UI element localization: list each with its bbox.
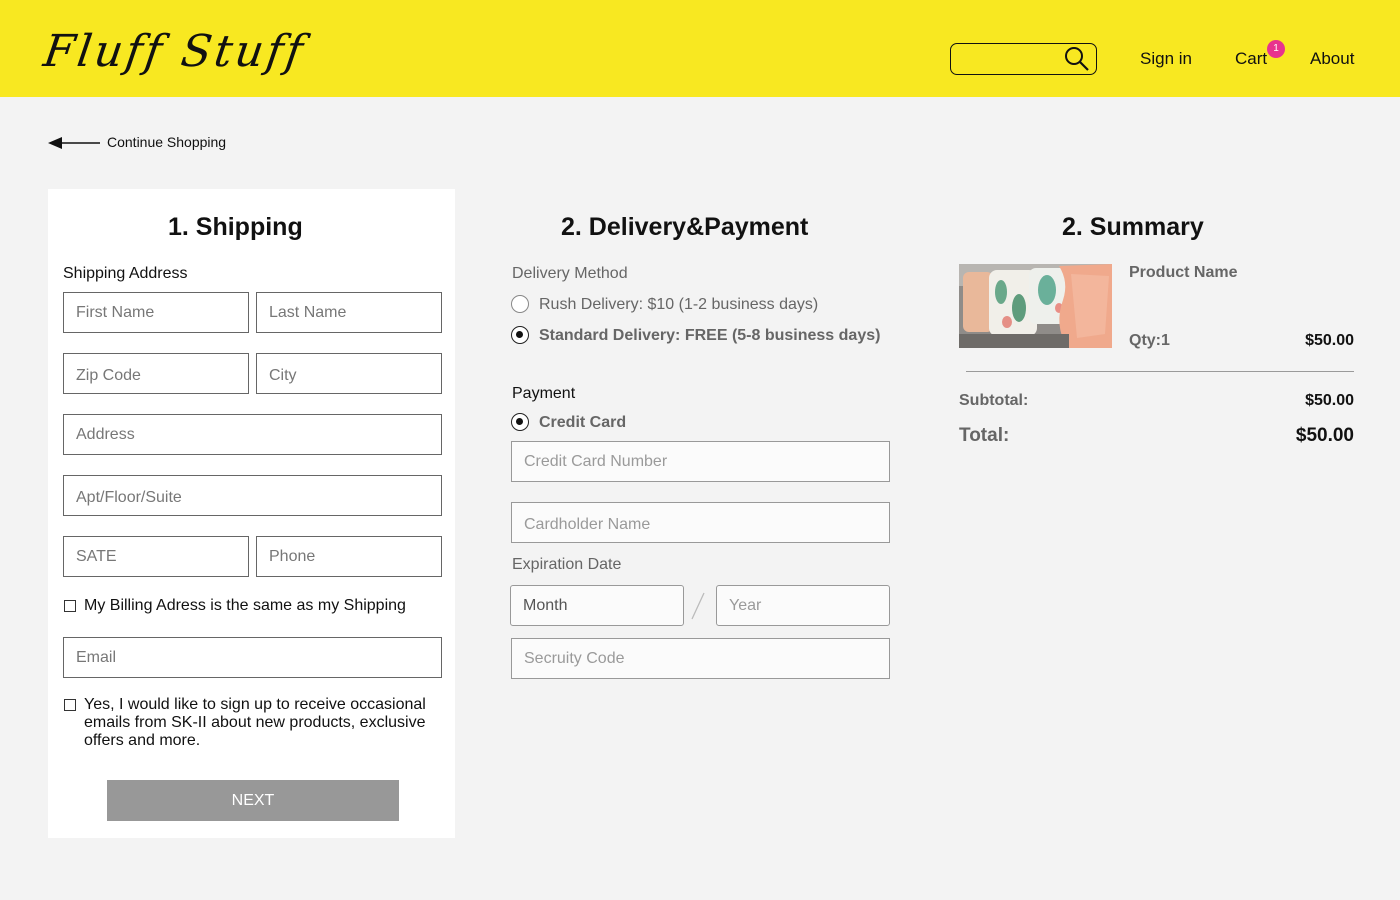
shipping-address-label: Shipping Address [63,265,188,282]
newsletter-checkbox[interactable] [64,699,76,711]
delivery-method-label: Delivery Method [512,265,628,282]
shipping-panel: 1. Shipping Shipping Address First Name … [48,189,455,838]
search-input[interactable] [950,43,1097,75]
summary-title: 2. Summary [1062,213,1204,241]
site-logo[interactable]: Fluff Stuff [40,26,308,77]
total-label: Total: [959,425,1010,446]
product-qty: Qty:1 [1129,332,1170,349]
billing-same-label: My Billing Adress is the same as my Ship… [84,597,406,614]
standard-delivery-radio[interactable] [511,326,529,344]
rush-delivery-radio[interactable] [511,295,529,313]
billing-same-checkbox[interactable] [64,600,76,612]
product-price: $50.00 [1305,332,1354,349]
standard-delivery-label: Standard Delivery: FREE (5-8 business da… [539,327,881,344]
cart-link[interactable]: Cart [1235,49,1267,69]
state-field[interactable]: SATE [63,536,249,577]
arrow-left-icon [48,137,100,149]
newsletter-label: Yes, I would like to sign up to receive … [84,696,426,749]
phone-field[interactable]: Phone [256,536,442,577]
sign-in-link[interactable]: Sign in [1140,49,1192,69]
cart-count-badge: 1 [1267,40,1285,58]
expiration-year-field[interactable]: Year [716,585,890,626]
first-name-field[interactable]: First Name [63,292,249,333]
credit-card-number-field[interactable]: Credit Card Number [511,441,890,482]
expiration-month-field[interactable]: Month [510,585,684,626]
site-header: Fluff Stuff Sign in Cart 1 About [0,0,1400,97]
city-field[interactable]: City [256,353,442,394]
credit-card-label: Credit Card [539,414,627,431]
address-field[interactable]: Address [63,414,442,455]
expiration-date-label: Expiration Date [512,556,622,573]
credit-card-radio[interactable] [511,413,529,431]
payment-label: Payment [512,385,576,402]
last-name-field[interactable]: Last Name [256,292,442,333]
rush-delivery-label: Rush Delivery: $10 (1-2 business days) [539,296,819,313]
email-field[interactable]: Email [63,637,442,678]
shipping-title: 1. Shipping [168,213,303,241]
search-icon[interactable] [1064,46,1090,72]
apt-floor-suite-field[interactable]: Apt/Floor/Suite [63,475,442,516]
subtotal-value: $50.00 [1305,392,1354,409]
subtotal-label: Subtotal: [959,392,1029,409]
product-image[interactable] [959,264,1112,348]
continue-shopping-label: Continue Shopping [107,134,227,150]
next-button[interactable]: NEXT [107,780,399,821]
product-name: Product Name [1129,264,1238,281]
slash-separator-icon [691,592,705,620]
cardholder-name-field[interactable]: Cardholder Name [511,502,890,543]
total-value: $50.00 [1295,425,1354,446]
about-link[interactable]: About [1310,49,1354,69]
delivery-payment-title: 2. Delivery&Payment [561,213,809,241]
summary-divider [966,371,1354,372]
zip-code-field[interactable]: Zip Code [63,353,249,394]
security-code-field[interactable]: Secruity Code [511,638,890,679]
